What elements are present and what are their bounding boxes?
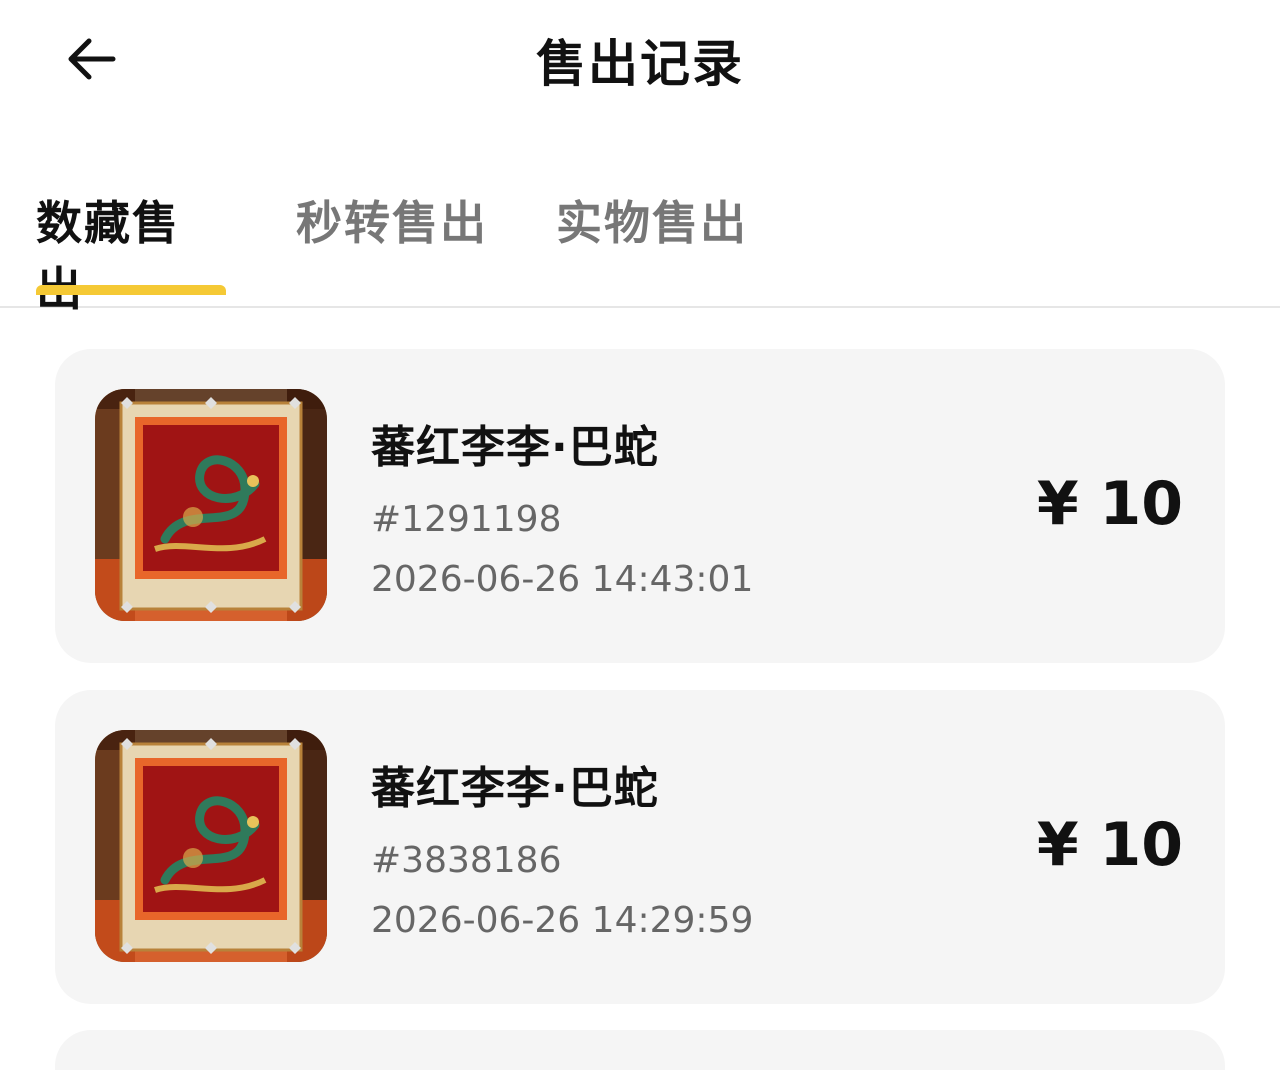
dragon-artwork-image — [95, 389, 327, 621]
dragon-artwork-image — [95, 730, 327, 962]
sale-record-card-partial — [55, 1030, 1225, 1070]
sale-price: ¥ 10 — [1036, 469, 1183, 539]
sale-price: ¥ 10 — [1036, 810, 1183, 880]
item-name: 蕃红李李·巴蛇 — [371, 763, 659, 814]
page-title: 售出记录 — [536, 35, 744, 93]
active-tab-indicator — [36, 285, 226, 295]
tab-label: 数藏售出 — [36, 196, 180, 316]
tab-collectible-sales[interactable]: 数藏售出 — [36, 190, 226, 316]
tab-physical-sales[interactable]: 实物售出 — [556, 190, 756, 302]
sale-timestamp: 2026-06-26 14:29:59 — [371, 900, 754, 941]
item-serial-number: #3838186 — [371, 840, 562, 881]
item-serial-number: #1291198 — [371, 499, 562, 540]
tab-instant-transfer-sales[interactable]: 秒转售出 — [296, 190, 496, 302]
tab-bar: 数藏售出 秒转售出 实物售出 — [0, 180, 1280, 316]
sale-record-card[interactable]: 蕃红李李·巴蛇 #3838186 2026-06-26 14:29:59 ¥ 1… — [55, 690, 1225, 1004]
sale-record-card[interactable]: 蕃红李李·巴蛇 #1291198 2026-06-26 14:43:01 ¥ 1… — [55, 349, 1225, 663]
tab-label: 实物售出 — [556, 196, 748, 250]
sale-timestamp: 2026-06-26 14:43:01 — [371, 559, 754, 600]
top-bar: 售出记录 — [0, 0, 1280, 118]
item-name: 蕃红李李·巴蛇 — [371, 422, 659, 473]
tab-label: 秒转售出 — [296, 196, 488, 250]
